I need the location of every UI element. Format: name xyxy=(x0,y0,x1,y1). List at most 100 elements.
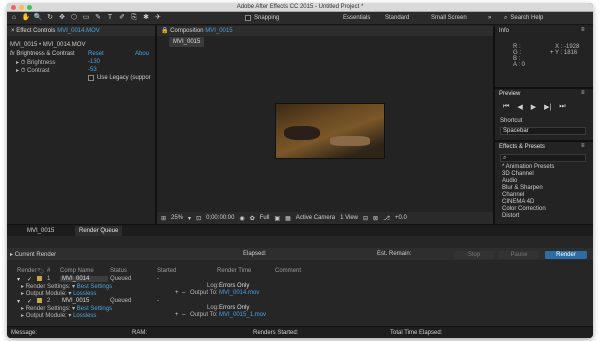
workspace-menu-icon[interactable]: » xyxy=(488,15,491,21)
render-checkbox[interactable]: ✓ xyxy=(27,298,32,305)
layout-icon[interactable]: ⊟ xyxy=(363,215,368,222)
composition-tab[interactable]: 🔒 Composition MVI_0015 xyxy=(157,26,493,36)
effects-search-input[interactable]: ⌕ xyxy=(500,154,586,162)
effect-controls-tab[interactable]: × Effect Controls MVI_0014.MOV xyxy=(7,26,155,36)
composition-viewer-frame[interactable] xyxy=(275,103,385,159)
first-frame-icon[interactable]: ⏮ xyxy=(503,103,509,111)
effects-list-item[interactable]: 3D Channel xyxy=(502,171,534,177)
brush-icon[interactable]: ✐ xyxy=(117,13,127,23)
prev-frame-icon[interactable]: ◀ xyxy=(517,103,522,111)
resolution-dropdown[interactable]: Full xyxy=(260,215,270,221)
effects-list-item[interactable]: CINEMA 4D xyxy=(502,199,534,205)
column-header[interactable]: # xyxy=(47,268,50,274)
lock-icon[interactable]: 🔒 xyxy=(161,28,168,34)
output-module-row[interactable]: ▸ Output Module: ▾ Lossless xyxy=(21,290,96,297)
stop-button[interactable]: Stop xyxy=(454,251,494,259)
snapping-checkbox[interactable] xyxy=(245,15,251,21)
zoom-dropdown[interactable]: 25% xyxy=(171,215,183,221)
views-dropdown[interactable]: 1 View xyxy=(340,215,358,221)
render-button[interactable]: Render xyxy=(545,251,587,259)
expand-triangle-icon[interactable]: ▾ xyxy=(17,276,20,283)
magnify-icon[interactable]: ⊞ xyxy=(161,215,166,222)
comp-name[interactable]: MVI_0015 xyxy=(62,298,89,304)
shape-icon[interactable]: ▭ xyxy=(81,13,91,23)
color-icon[interactable]: ✿ xyxy=(250,215,255,222)
effects-list-item[interactable]: Blur & Sharpen xyxy=(502,185,543,191)
output-to-value[interactable]: MVI_0015_1.mov xyxy=(219,312,266,318)
timecode[interactable]: 0;00:00:00 xyxy=(206,215,234,221)
shortcut-dropdown[interactable]: Spacebar xyxy=(500,127,586,135)
fx-icon[interactable]: fx xyxy=(10,51,15,57)
column-header[interactable]: Status xyxy=(110,268,127,274)
current-render-toggle[interactable]: ▸ Current Render xyxy=(10,251,56,258)
render-checkbox[interactable]: ✓ xyxy=(27,276,32,283)
output-module-value[interactable]: Lossless xyxy=(73,313,96,319)
snapping-toggle[interactable]: Snapping xyxy=(245,15,279,21)
effects-list-item[interactable]: Audio xyxy=(502,178,517,184)
home-icon[interactable]: ⌂ xyxy=(9,13,19,23)
panel-menu-icon[interactable]: ≡ xyxy=(581,27,585,33)
last-frame-icon[interactable]: ⏭ xyxy=(559,103,565,111)
close-window-button[interactable] xyxy=(11,5,16,10)
zoom-window-button[interactable] xyxy=(27,5,32,10)
render-settings-row[interactable]: ▸ Render Settings: ▾ Best Settings xyxy=(21,305,112,312)
panel-menu-icon[interactable]: ≡ xyxy=(581,143,585,149)
column-header[interactable]: Started xyxy=(157,268,176,274)
add-output-icon[interactable]: + xyxy=(175,290,179,296)
add-output-icon[interactable]: + xyxy=(175,312,179,318)
info-title[interactable]: Info xyxy=(495,26,513,36)
contrast-row[interactable]: ▸ ⏱ Contrast xyxy=(16,67,50,75)
expand-triangle-icon[interactable]: ▸ xyxy=(16,68,19,74)
render-settings-row[interactable]: ▸ Render Settings: ▾ Best Settings xyxy=(21,283,112,290)
effects-list-item[interactable]: Distort xyxy=(502,213,519,219)
render-queue-tab[interactable]: Render Queue xyxy=(75,226,123,236)
rotate-icon[interactable]: ↻ xyxy=(45,13,55,23)
stopwatch-icon[interactable]: ⏱ xyxy=(21,68,26,74)
column-header[interactable]: Comment xyxy=(275,268,301,274)
panel-menu-icon[interactable]: ≡ xyxy=(581,90,585,96)
zoom-icon[interactable]: 🔍 xyxy=(33,13,43,23)
brightness-value[interactable]: -130 xyxy=(88,59,100,65)
effects-list-item[interactable]: Channel xyxy=(502,192,524,198)
label-swatch[interactable] xyxy=(37,276,42,281)
reset-link[interactable]: Reset xyxy=(88,51,104,57)
comp-name[interactable]: MVI_0014 xyxy=(60,276,108,282)
workspace-standard[interactable]: Standard xyxy=(385,15,409,21)
transparency-icon[interactable]: ▦ xyxy=(285,215,291,222)
minimize-window-button[interactable] xyxy=(19,5,24,10)
column-header[interactable]: Comp Name xyxy=(60,268,94,274)
workspace-small-screen[interactable]: Small Screen xyxy=(431,15,467,21)
puppet-icon[interactable]: ✈ xyxy=(153,13,163,23)
remove-output-icon[interactable]: – xyxy=(182,290,185,296)
output-module-row[interactable]: ▸ Output Module: ▾ Lossless xyxy=(21,312,96,319)
search-help[interactable]: ⌕ Search Help xyxy=(504,13,589,23)
about-link[interactable]: Abou xyxy=(135,51,149,57)
effects-list-item[interactable]: Color Correction xyxy=(502,206,546,212)
camera-dropdown[interactable]: Active Camera xyxy=(296,215,335,221)
effect-row[interactable]: fx Brightness & Contrast xyxy=(10,51,75,57)
snapshot-icon[interactable]: ◉ xyxy=(239,215,244,222)
text-icon[interactable]: T xyxy=(105,13,115,23)
workspace-essentials[interactable]: Essentials xyxy=(343,15,370,21)
output-module-value[interactable]: Lossless xyxy=(73,291,96,297)
exposure-value[interactable]: +0.0 xyxy=(395,215,407,221)
clone-icon[interactable]: ⎘ xyxy=(129,13,139,23)
log-dropdown[interactable]: Errors Only xyxy=(219,305,249,311)
legacy-option[interactable]: Use Legacy (suppor xyxy=(88,75,151,81)
remove-output-icon[interactable]: – xyxy=(182,312,185,318)
pan-icon[interactable]: ⬡ xyxy=(69,13,79,23)
log-dropdown[interactable]: Errors Only xyxy=(219,283,249,289)
pen-icon[interactable]: ✎ xyxy=(93,13,103,23)
column-header[interactable]: 🏷 xyxy=(37,268,45,275)
hand-icon[interactable]: ✋ xyxy=(21,13,31,23)
expand-triangle-icon[interactable]: ▾ xyxy=(17,298,20,305)
column-header[interactable]: Render xyxy=(17,268,37,274)
output-to-value[interactable]: MVI_0014.mov xyxy=(219,290,259,296)
orbit-icon[interactable]: ✥ xyxy=(57,13,67,23)
pause-button[interactable]: Pause xyxy=(499,251,539,259)
stopwatch-icon[interactable]: ⏱ xyxy=(21,60,26,66)
eraser-icon[interactable]: ✱ xyxy=(141,13,151,23)
legacy-checkbox[interactable] xyxy=(88,75,94,81)
comp-subtab[interactable]: MVI_0015 xyxy=(169,37,205,47)
timeline-tab[interactable]: MVI_0015 xyxy=(23,226,58,236)
